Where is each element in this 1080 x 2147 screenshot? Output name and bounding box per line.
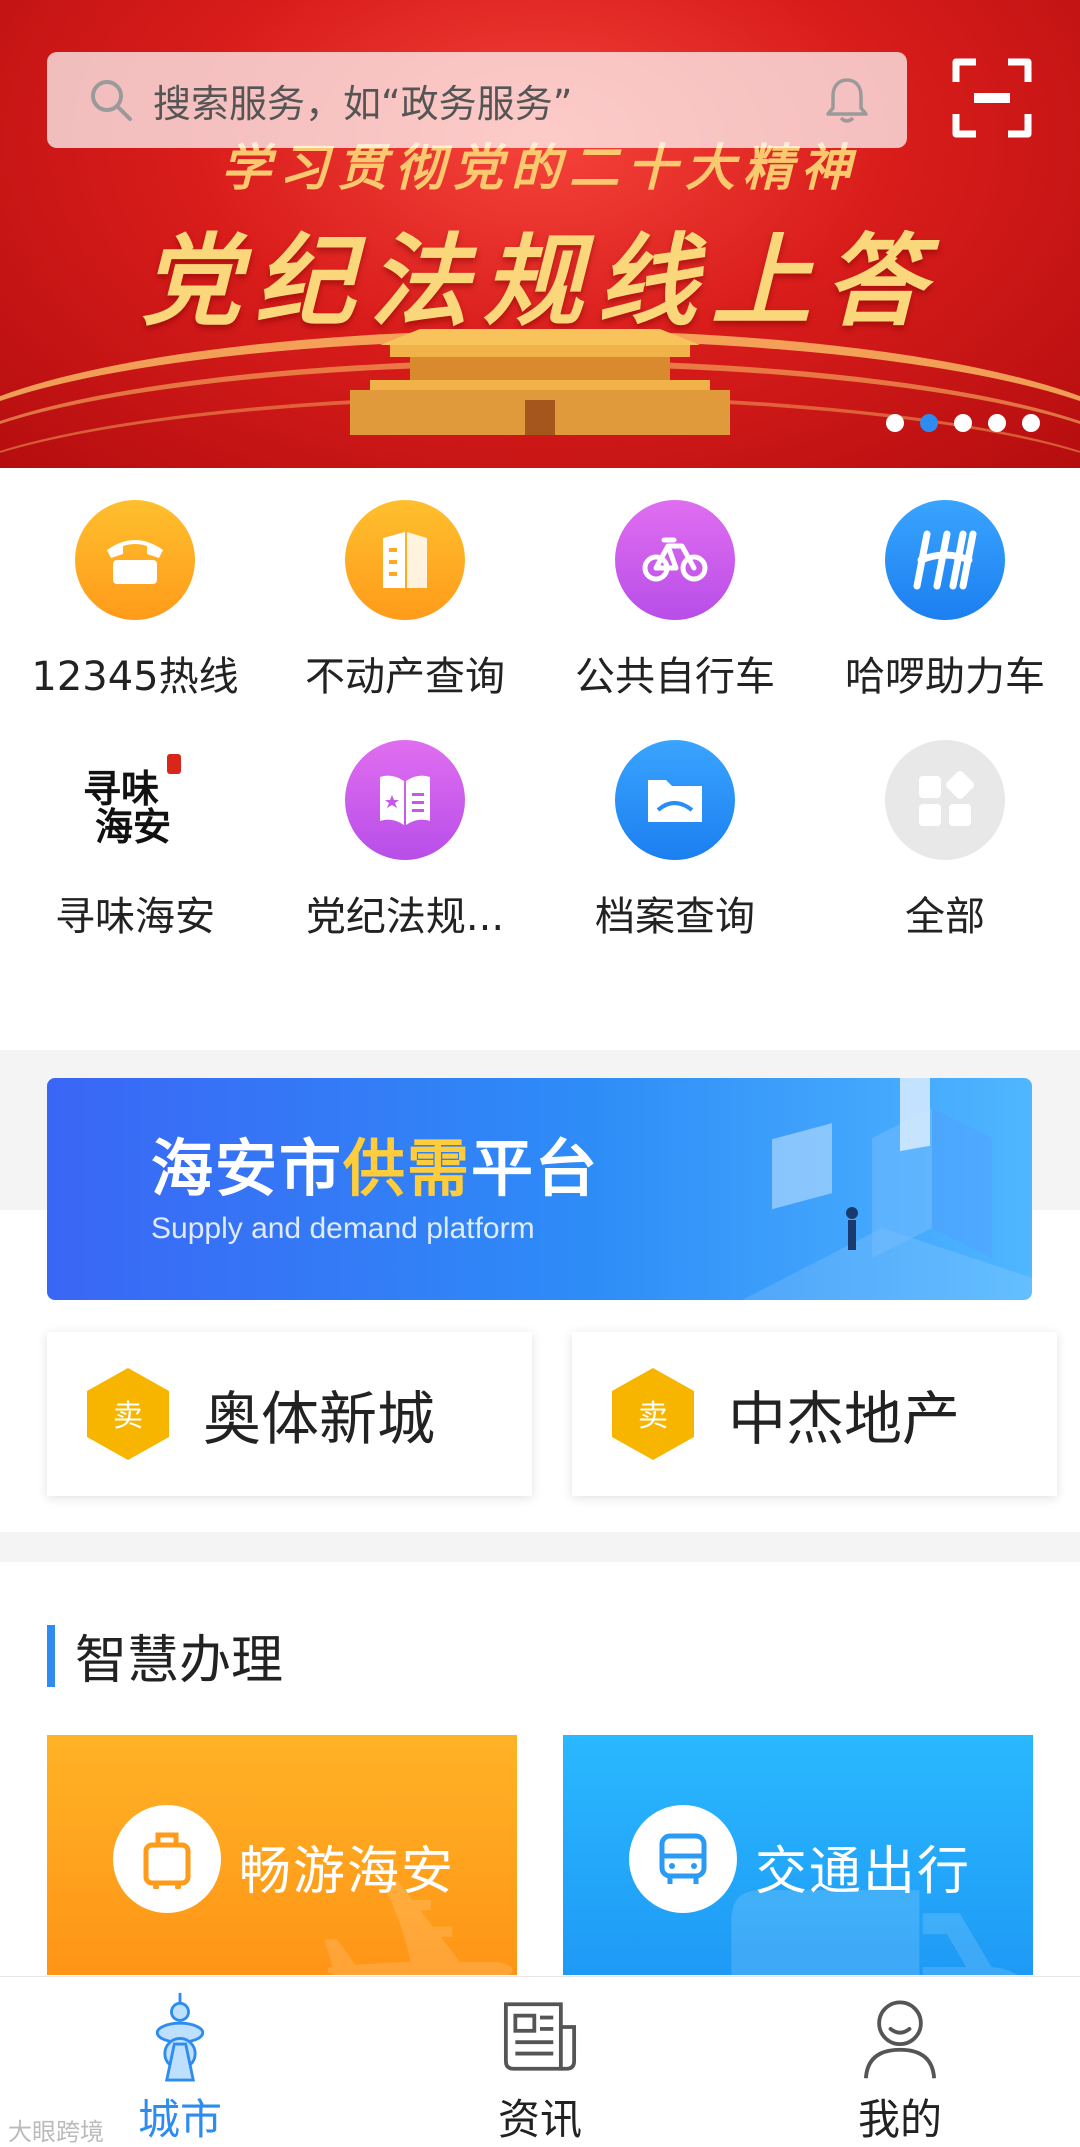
card-decoration: ✈: [309, 1825, 517, 1975]
service-label: 公共自行车: [575, 654, 775, 700]
book-icon: [345, 740, 465, 860]
service-party-regulations[interactable]: 党纪法规...: [270, 740, 540, 942]
watermark: 大眼跨境: [8, 2118, 104, 2146]
sale-badge-icon: 卖: [87, 1368, 169, 1460]
bicycle-icon: [615, 500, 735, 620]
service-archive-query[interactable]: 档案查询: [540, 740, 810, 942]
sale-card-name: 奥体新城: [203, 1385, 436, 1453]
supply-demand-banner[interactable]: 海安市供需平台 Supply and demand platform: [47, 1078, 1032, 1300]
sale-card-name: 中杰地产: [728, 1385, 961, 1453]
hellobike-icon: [885, 500, 1005, 620]
city-illustration-icon: [742, 1078, 1032, 1300]
service-all[interactable]: 全部: [810, 740, 1080, 942]
service-label: 档案查询: [595, 894, 755, 940]
xunwei-logo-icon: 寻味 海安: [75, 740, 195, 860]
service-real-estate-query[interactable]: 不动产查询: [270, 500, 540, 702]
supply-title-part: 海安市: [151, 1132, 344, 1205]
banner-title: 党纪法规线上答: [141, 222, 939, 340]
bell-icon[interactable]: [821, 74, 873, 126]
svg-text:海安: 海安: [95, 804, 171, 849]
building-icon: [345, 500, 465, 620]
search-icon: [91, 80, 132, 121]
sale-card-aoti-xincheng[interactable]: 卖 奥体新城: [47, 1332, 532, 1496]
service-label: 哈啰助力车: [845, 654, 1045, 700]
carousel-indicator: [886, 414, 1040, 432]
folder-icon: [615, 740, 735, 860]
service-public-bicycle[interactable]: 公共自行车: [540, 500, 810, 702]
carousel-dot-active[interactable]: [920, 414, 938, 432]
section-title: 智慧办理: [75, 1631, 284, 1691]
service-label: 寻味海安: [55, 894, 215, 940]
tab-news[interactable]: 资讯: [440, 1977, 640, 2147]
supply-subtitle: Supply and demand platform: [151, 1212, 535, 1245]
card-decoration: ⛟: [716, 1825, 1033, 1975]
sale-badge-text: 卖: [638, 1399, 668, 1434]
city-tower-icon: [155, 1992, 205, 2082]
luggage-icon: [113, 1805, 221, 1913]
supply-title: 海安市供需平台: [151, 1118, 599, 1208]
tab-profile[interactable]: 我的: [800, 1977, 1000, 2147]
search-bar[interactable]: 搜索服务，如“政务服务”: [47, 52, 907, 148]
bottom-nav: 城市 资讯 我的: [0, 1976, 1080, 2147]
carousel-dot[interactable]: [954, 414, 972, 432]
all-apps-icon: [885, 740, 1005, 860]
sale-badge-icon: 卖: [612, 1368, 694, 1460]
tiananmen-gate-icon: [350, 329, 730, 435]
sale-badge-text: 卖: [113, 1399, 143, 1434]
section-divider: [0, 1532, 1080, 1562]
section-header-smart: 智慧办理: [47, 1618, 283, 1693]
service-12345-hotline[interactable]: 12345热线: [0, 500, 270, 702]
smart-card-transport[interactable]: ⛟ 交通出行: [563, 1735, 1033, 1975]
carousel-dot[interactable]: [1022, 414, 1040, 432]
profile-icon: [863, 2000, 937, 2079]
news-icon: [503, 2002, 577, 2071]
nav-label: 我的: [857, 2095, 942, 2144]
sale-card-zhongjie-dichan[interactable]: 卖 中杰地产: [572, 1332, 1057, 1496]
nav-label: 城市: [137, 2095, 222, 2144]
smart-card-tourism[interactable]: ✈ 畅游海安: [47, 1735, 517, 1975]
spacer: [0, 1300, 1080, 1332]
nav-label: 资讯: [497, 2095, 582, 2144]
service-hellobike[interactable]: 哈啰助力车: [810, 500, 1080, 702]
carousel-dot[interactable]: [886, 414, 904, 432]
service-label: 全部: [905, 894, 985, 940]
supply-title-highlight: 供需: [343, 1132, 472, 1205]
search-input[interactable]: 搜索服务，如“政务服务”: [153, 73, 821, 128]
service-xunwei-haian[interactable]: 寻味 海安 寻味海安: [0, 740, 270, 942]
carousel-dot[interactable]: [988, 414, 1006, 432]
service-label: 12345热线: [31, 654, 239, 700]
tab-city[interactable]: 城市: [80, 1977, 280, 2147]
supply-title-part: 平台: [471, 1132, 600, 1205]
service-label: 党纪法规...: [305, 894, 505, 940]
section-accent-bar: [47, 1624, 55, 1687]
promo-banner[interactable]: 学习贯彻党的二十大精神 党纪法规线上答 搜索服务，如“政务服务”: [0, 0, 1080, 468]
phone-icon: [75, 500, 195, 620]
service-label: 不动产查询: [305, 654, 505, 700]
service-grid: 12345热线 不动产查询 公共自行车 哈啰助力车 寻味 海安 寻味海安 党纪法…: [0, 500, 1080, 942]
scan-icon[interactable]: [952, 58, 1032, 138]
